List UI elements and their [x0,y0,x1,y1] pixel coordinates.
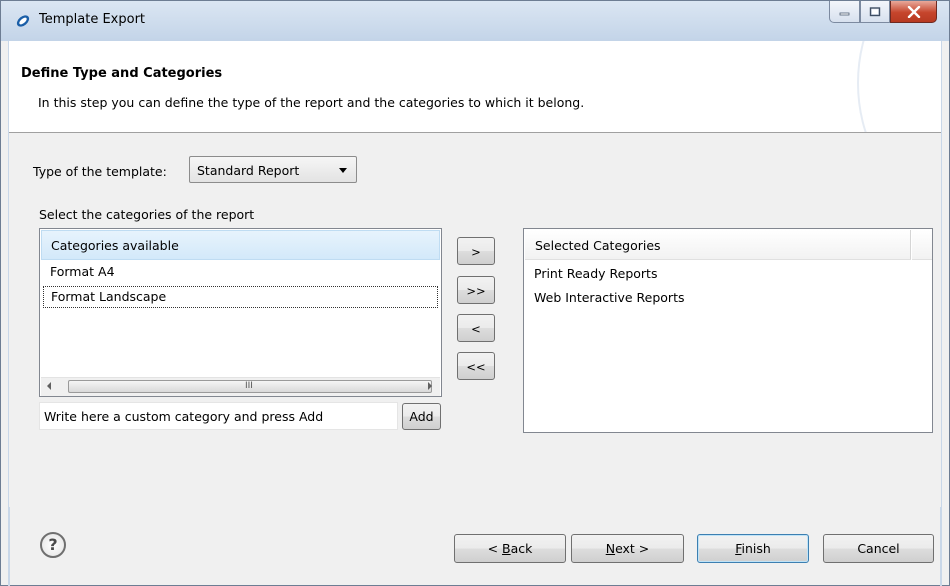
scrollbar-thumb[interactable]: III [68,380,432,393]
list-item-label: Format Landscape [51,289,167,304]
finish-mnemonic: F [735,541,742,556]
add-category-button[interactable]: Add [402,403,441,430]
move-right-label: > [471,245,481,259]
list-item-label: Format A4 [50,264,115,279]
page-title: Define Type and Categories [21,66,223,81]
wizard-header: Define Type and Categories In this step … [9,41,941,133]
list-item-label: Web Interactive Reports [534,290,685,305]
minimize-button[interactable] [829,1,860,23]
custom-category-input[interactable]: Write here a custom category and press A… [39,402,398,430]
move-left-label: < [471,322,481,336]
move-all-right-label: >> [466,284,486,298]
horizontal-scrollbar[interactable]: III [41,377,440,396]
custom-category-placeholder: Write here a custom category and press A… [44,409,324,424]
list-item-label: Print Ready Reports [534,266,658,281]
scroll-right-icon[interactable] [428,382,432,390]
selected-categories-header-label: Selected Categories [535,238,661,253]
list-item[interactable]: Print Ready Reports [525,263,931,285]
app-logo-icon [16,15,30,27]
available-categories-header[interactable]: Categories available [41,230,440,260]
close-button[interactable] [890,1,937,23]
selected-categories-header-filler [912,230,932,260]
maximize-icon [869,6,881,16]
window-title: Template Export [39,12,146,27]
maximize-button[interactable] [860,1,890,23]
title-bar[interactable]: Template Export [1,1,949,41]
move-all-left-label: << [466,360,486,374]
template-type-select[interactable]: Standard Report [189,156,357,183]
help-icon[interactable]: ? [40,532,66,558]
next-mnemonic: N [605,541,616,556]
next-label: Next > [605,541,650,556]
template-type-value: Standard Report [197,163,300,178]
available-categories-header-label: Categories available [51,238,179,253]
list-item[interactable]: Format A4 [41,261,440,283]
add-category-label: Add [409,409,434,424]
back-button[interactable]: < Back [454,534,566,563]
header-decoration [857,41,941,132]
scroll-left-icon[interactable] [47,382,51,390]
move-all-left-button[interactable]: << [457,352,495,380]
page-description: In this step you can define the type of … [38,95,585,110]
cancel-label: Cancel [857,541,900,556]
chevron-down-icon [339,168,347,173]
selected-categories-header[interactable]: Selected Categories [525,230,911,260]
move-left-button[interactable]: < [457,314,495,342]
finish-button[interactable]: Finish [697,534,809,563]
minimize-icon [839,12,849,15]
window-controls [829,1,937,25]
categories-label: Select the categories of the report [39,207,255,222]
next-button[interactable]: Next > [571,534,684,563]
template-type-label: Type of the template: [33,164,167,179]
selected-categories-list[interactable]: Selected Categories Print Ready Reports … [523,228,933,433]
back-label: < Back [487,541,533,556]
template-export-dialog: Template Export Define Type and Categori… [0,0,950,586]
list-item[interactable]: Format Landscape [43,286,438,308]
available-categories-list[interactable]: Categories available Format A4 Format La… [39,228,442,397]
cancel-button[interactable]: Cancel [823,534,934,563]
list-item[interactable]: Web Interactive Reports [525,287,931,309]
finish-label: Finish [735,541,771,556]
move-all-right-button[interactable]: >> [457,276,495,304]
scrollbar-grip: III [245,381,253,391]
move-right-button[interactable]: > [457,237,495,265]
close-icon [907,5,920,18]
back-mnemonic: B [502,541,511,556]
